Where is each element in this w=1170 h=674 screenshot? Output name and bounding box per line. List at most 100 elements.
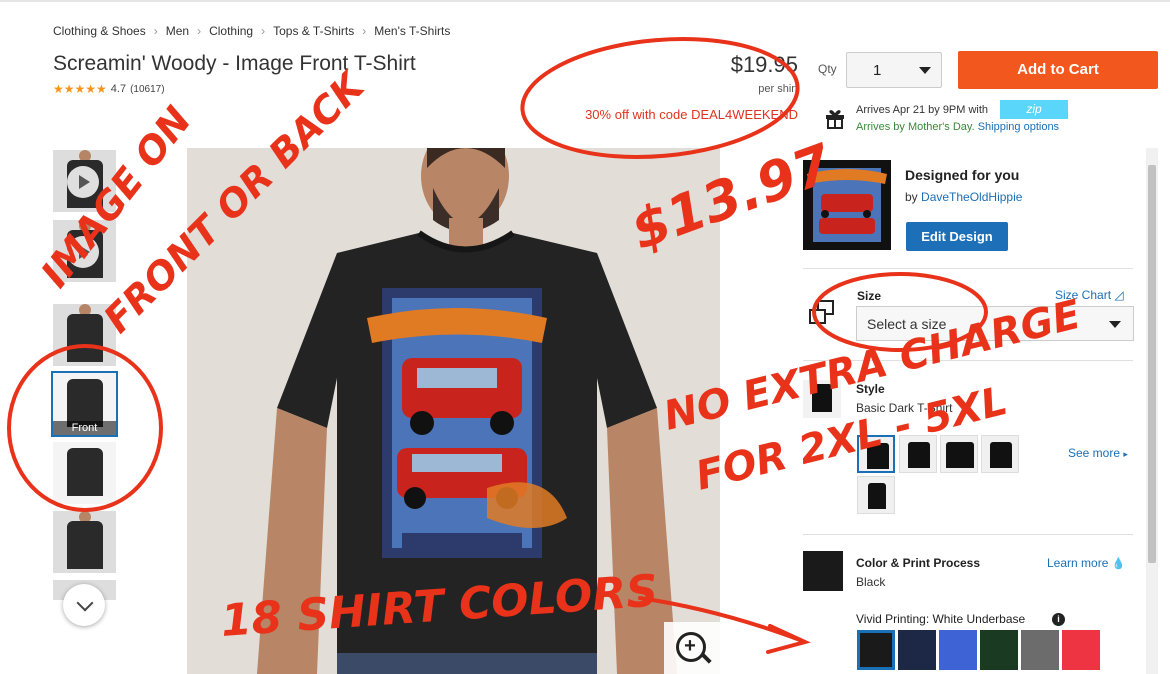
divider bbox=[803, 534, 1133, 535]
breadcrumb-item[interactable]: Clothing bbox=[209, 24, 253, 38]
color-name: Black bbox=[856, 575, 886, 589]
price: $19.95 bbox=[730, 52, 798, 77]
rating-value: 4.7 bbox=[110, 83, 127, 95]
chevron-right-icon: › bbox=[197, 24, 202, 38]
promo-text: 30% off with code DEAL4WEEKEND bbox=[585, 107, 798, 122]
breadcrumb-item[interactable]: Men bbox=[166, 24, 189, 38]
color-swatch[interactable] bbox=[980, 630, 1018, 670]
shirt-shape bbox=[908, 442, 930, 468]
design-art bbox=[807, 168, 887, 242]
size-chart-label: Size Chart bbox=[1055, 288, 1112, 302]
style-option[interactable] bbox=[899, 435, 937, 473]
style-option[interactable] bbox=[981, 435, 1019, 473]
color-swatch[interactable] bbox=[1062, 630, 1100, 670]
chevron-right-icon: › bbox=[362, 24, 367, 38]
product-image[interactable] bbox=[187, 148, 720, 674]
arrival-text: Arrives Apr 21 by 9PM with bbox=[856, 104, 989, 116]
scroll-down-button[interactable] bbox=[63, 584, 105, 626]
scrollbar-thumb[interactable] bbox=[1148, 165, 1156, 563]
shirt-shape bbox=[946, 442, 974, 468]
designer-line: by DaveTheOldHippie bbox=[905, 190, 1022, 204]
design-thumbnail[interactable] bbox=[803, 160, 891, 250]
thumbnail-video[interactable] bbox=[53, 150, 116, 212]
rating[interactable]: ★★★★★ 4.7 (10617) bbox=[53, 82, 165, 96]
size-chart-link[interactable]: Size Chart ◿ bbox=[1055, 288, 1124, 302]
shirt-shape bbox=[67, 448, 103, 496]
shirt-shape bbox=[67, 314, 103, 362]
size-placeholder: Select a size bbox=[867, 316, 947, 332]
style-thumbnail bbox=[803, 380, 841, 418]
design-title: Designed for you bbox=[905, 167, 1020, 183]
color-swatch[interactable] bbox=[939, 630, 977, 670]
info-icon[interactable]: i bbox=[1052, 613, 1065, 626]
customization-panel: Designed for you by DaveTheOldHippie Edi… bbox=[803, 148, 1143, 674]
style-name: Basic Dark T-Shirt bbox=[856, 401, 953, 415]
see-more-link[interactable]: See more ▸ bbox=[1068, 446, 1128, 460]
size-label: Size bbox=[857, 289, 882, 303]
breadcrumb: Clothing & Shoes › Men › Clothing › Tops… bbox=[53, 24, 450, 38]
quantity-select[interactable]: 1 bbox=[846, 52, 942, 88]
thumbnail-image[interactable] bbox=[53, 511, 116, 573]
size-icon bbox=[809, 300, 834, 324]
arrowhead-annotation bbox=[766, 624, 811, 654]
add-to-cart-button[interactable]: Add to Cart bbox=[958, 51, 1158, 89]
size-select[interactable]: Select a size bbox=[856, 306, 1134, 341]
review-count: (10617) bbox=[130, 83, 165, 95]
price-circle-annotation bbox=[520, 36, 800, 160]
star-rating-icon: ★★★★★ bbox=[53, 82, 107, 96]
thumbnail-front[interactable]: Front bbox=[51, 371, 118, 437]
shirt-shape bbox=[812, 384, 832, 412]
thumbnail-caption: Front bbox=[53, 421, 116, 435]
mothers-day-label: Arrives by Mother's Day. bbox=[856, 121, 975, 133]
edit-design-button[interactable]: Edit Design bbox=[906, 222, 1008, 251]
mothers-day-text: Arrives by Mother's Day. Shipping option… bbox=[856, 121, 1059, 133]
by-label: by bbox=[905, 190, 918, 204]
learn-more-label: Learn more bbox=[1047, 556, 1109, 570]
style-option[interactable] bbox=[857, 435, 895, 473]
ruler-icon: ◿ bbox=[1114, 288, 1124, 302]
caret-down-icon bbox=[1109, 321, 1121, 328]
color-swatch-current bbox=[803, 551, 843, 591]
breadcrumb-item[interactable]: Clothing & Shoes bbox=[53, 24, 146, 38]
gift-icon bbox=[826, 110, 844, 129]
divider bbox=[803, 268, 1133, 269]
zip-logo[interactable]: zip bbox=[1000, 100, 1068, 119]
breadcrumb-item[interactable]: Men's T-Shirts bbox=[374, 24, 450, 38]
qty-label: Qty bbox=[818, 62, 837, 76]
see-more-label: See more bbox=[1068, 446, 1121, 460]
caret-down-icon bbox=[919, 67, 931, 74]
play-icon bbox=[67, 236, 99, 268]
color-swatch[interactable] bbox=[1021, 630, 1059, 670]
price-unit: per shirt bbox=[758, 83, 798, 95]
shirt-shape bbox=[67, 379, 103, 427]
chevron-right-icon: ▸ bbox=[1123, 449, 1128, 459]
thumbnail-image[interactable] bbox=[53, 304, 116, 366]
shipping-options-link[interactable]: Shipping options bbox=[978, 121, 1059, 133]
drop-icon: 💧 bbox=[1111, 558, 1126, 570]
print-process-label: Vivid Printing: White Underbase bbox=[856, 612, 1026, 626]
designer-link[interactable]: DaveTheOldHippie bbox=[921, 190, 1022, 204]
thumbnail-back[interactable] bbox=[53, 442, 116, 504]
zoom-handle bbox=[700, 652, 712, 664]
breadcrumb-item[interactable]: Tops & T-Shirts bbox=[273, 24, 354, 38]
thumbnail-video[interactable] bbox=[53, 220, 116, 282]
color-swatch[interactable] bbox=[857, 630, 895, 670]
color-title: Color & Print Process bbox=[856, 556, 981, 570]
shirt-shape bbox=[868, 483, 886, 509]
shirt-shape bbox=[67, 521, 103, 569]
qty-value: 1 bbox=[873, 62, 882, 79]
style-option[interactable] bbox=[940, 435, 978, 473]
style-label: Style bbox=[856, 382, 885, 396]
learn-more-link[interactable]: Learn more 💧 bbox=[1047, 556, 1125, 570]
chevron-right-icon: › bbox=[261, 24, 266, 38]
divider bbox=[803, 360, 1133, 361]
product-title: Screamin' Woody - Image Front T-Shirt bbox=[53, 52, 416, 75]
zoom-button[interactable]: + bbox=[664, 622, 720, 674]
style-option[interactable] bbox=[857, 476, 895, 514]
play-icon bbox=[67, 166, 99, 198]
color-swatch[interactable] bbox=[898, 630, 936, 670]
plus-icon: + bbox=[684, 635, 696, 657]
tshirt-illustration bbox=[187, 148, 720, 674]
shirt-shape bbox=[990, 442, 1012, 468]
chevron-right-icon: › bbox=[153, 24, 158, 38]
